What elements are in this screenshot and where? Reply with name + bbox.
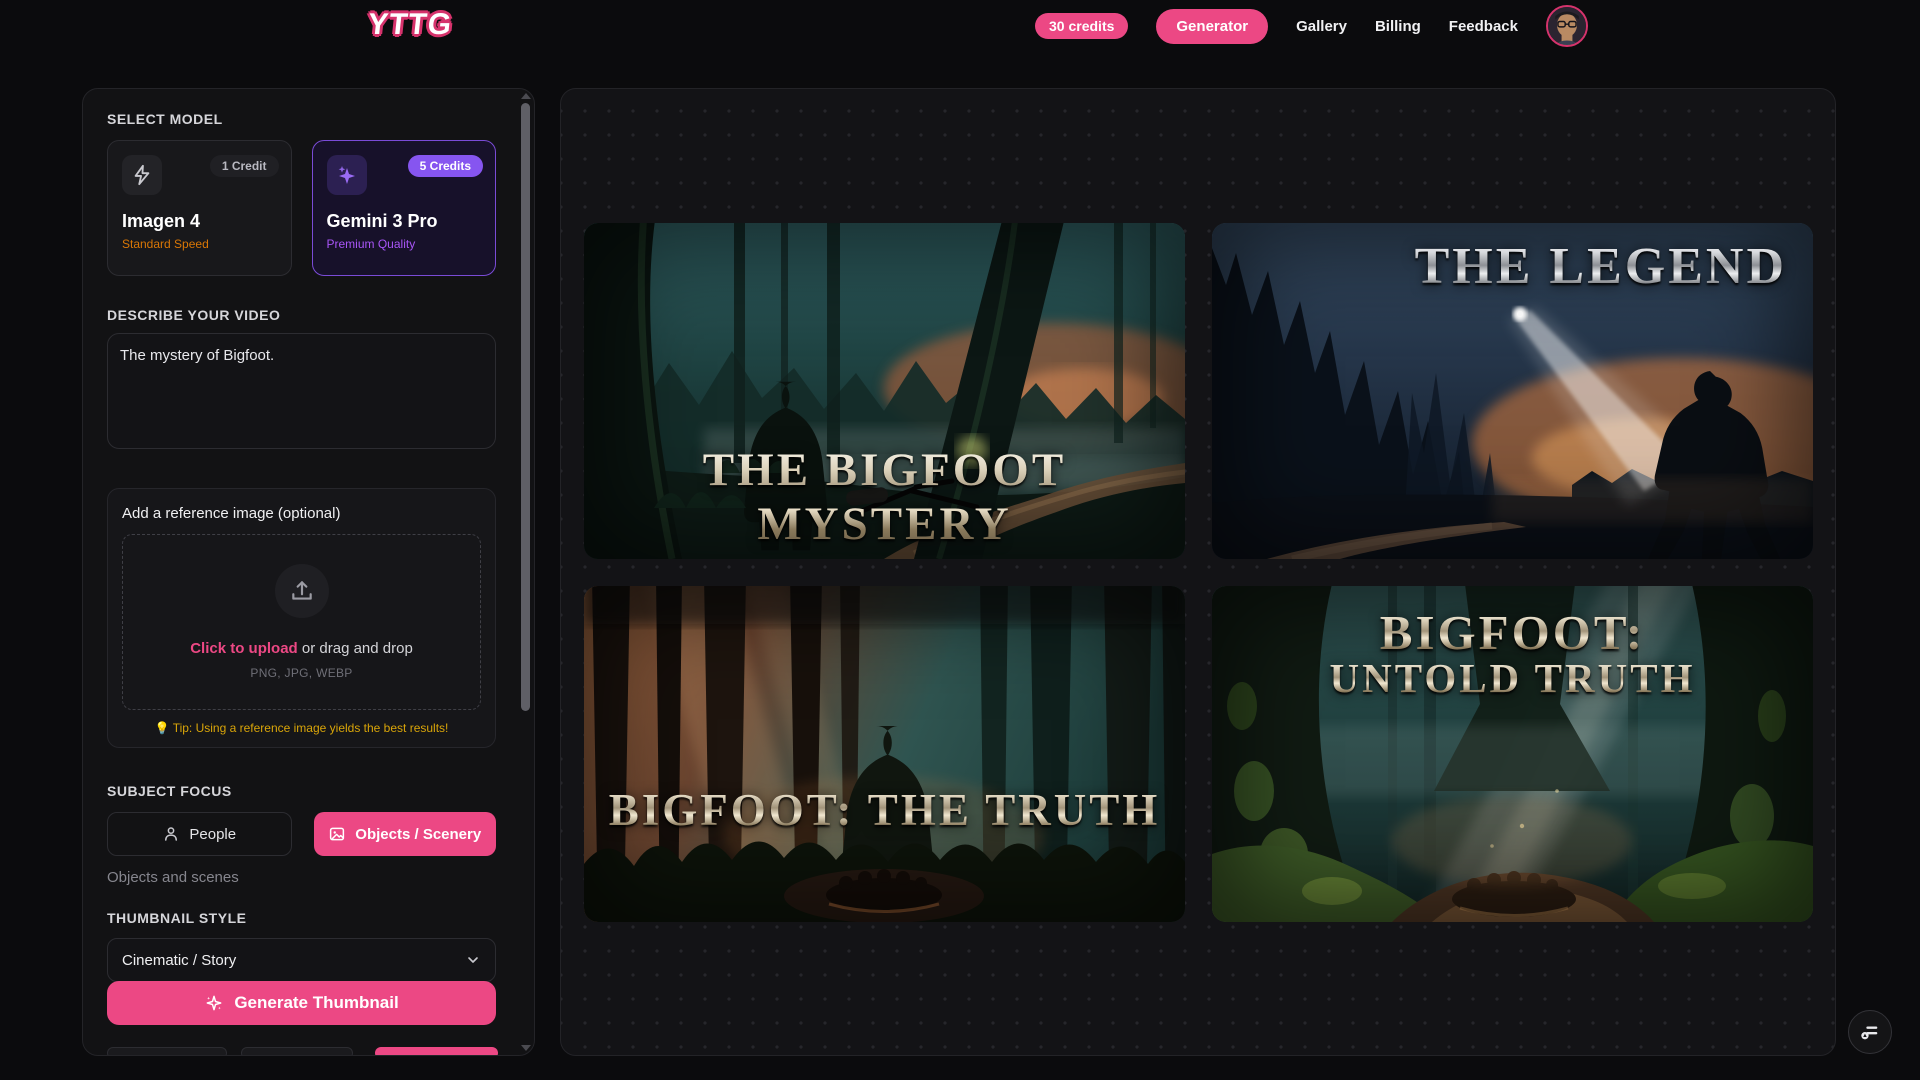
nav-item-gallery[interactable]: Gallery (1296, 18, 1347, 35)
model-credit-badge: 5 Credits (408, 155, 483, 177)
nav-item-generator[interactable]: Generator (1156, 9, 1268, 44)
subject-focus-label: SUBJECT FOCUS (107, 783, 496, 799)
model-subtitle: Standard Speed (122, 237, 277, 251)
subject-focus-options: People Objects / Scenery (107, 812, 496, 856)
focus-option-label: Objects / Scenery (355, 826, 481, 843)
app-root: YTTG 30 credits Generator Gallery Billin… (0, 0, 1920, 1080)
clipped-button-accent[interactable] (375, 1047, 498, 1056)
image-icon (328, 825, 346, 843)
results-panel: THE BIGFOOT MYSTERY (560, 88, 1836, 1056)
reference-image-card: Add a reference image (optional) Click t… (107, 488, 496, 748)
model-name: Gemini 3 Pro (327, 211, 482, 232)
navbar: YTTG 30 credits Generator Gallery Billin… (0, 0, 1920, 52)
model-card-gemini3pro[interactable]: 5 Credits Gemini 3 Pro Premium Quality (312, 140, 497, 276)
upload-icon (275, 564, 329, 618)
style-selected-value: Cinematic / Story (122, 952, 236, 969)
bulb-icon: 💡 (155, 721, 170, 735)
thumbnail-style-label: THUMBNAIL STYLE (107, 910, 496, 926)
thumbnail-grid: THE BIGFOOT MYSTERY (584, 223, 1813, 922)
focus-option-people[interactable]: People (107, 812, 292, 856)
generate-sparkle-icon (204, 993, 224, 1013)
reference-heading: Add a reference image (optional) (122, 505, 481, 522)
clipped-button[interactable] (107, 1047, 227, 1056)
nav-item-feedback[interactable]: Feedback (1449, 18, 1518, 35)
tip-text: Tip: Using a reference image yields the … (173, 721, 449, 735)
thumbnail-title-line1: BIGFOOT: (1212, 608, 1813, 658)
clipped-button[interactable] (241, 1047, 353, 1056)
subject-focus-description: Objects and scenes (107, 869, 496, 886)
model-card-imagen4[interactable]: 1 Credit Imagen 4 Standard Speed (107, 140, 292, 276)
sidebar-scrollbar[interactable] (519, 91, 532, 1053)
truth-forest-art (584, 586, 1185, 922)
generate-thumbnail-button[interactable]: Generate Thumbnail (107, 981, 496, 1025)
user-avatar[interactable] (1546, 5, 1588, 47)
person-icon (162, 825, 180, 843)
model-name: Imagen 4 (122, 211, 277, 232)
scroll-up-arrow[interactable] (521, 93, 531, 99)
thumbnail-title-line2: UNTOLD TRUTH (1212, 658, 1813, 700)
click-to-upload-link[interactable]: Click to upload (190, 640, 298, 657)
model-credit-badge: 1 Credit (210, 155, 279, 177)
focus-option-objects-scenery[interactable]: Objects / Scenery (314, 812, 497, 856)
focus-option-label: People (189, 826, 236, 843)
generated-thumbnail-4[interactable]: BIGFOOT: UNTOLD TRUTH (1212, 586, 1813, 922)
upload-formats: PNG, JPG, WEBP (250, 666, 352, 680)
drag-drop-text: or drag and drop (298, 640, 413, 657)
floating-widget-button[interactable] (1848, 1010, 1892, 1054)
video-description-input[interactable]: The mystery of Bigfoot. (107, 333, 496, 449)
model-subtitle: Premium Quality (327, 237, 482, 251)
model-cards: 1 Credit Imagen 4 Standard Speed 5 Credi… (107, 140, 496, 276)
thumbnail-title: BIGFOOT: UNTOLD TRUTH (1212, 608, 1813, 700)
brand-logo[interactable]: YTTG (366, 8, 454, 42)
thumbnail-style-select[interactable]: Cinematic / Story (107, 938, 496, 982)
lightning-icon (122, 155, 162, 195)
scrollbar-thumb[interactable] (521, 103, 530, 711)
scroll-down-arrow[interactable] (521, 1045, 531, 1051)
nav-item-billing[interactable]: Billing (1375, 18, 1421, 35)
thumbnail-title: THE LEGEND (1415, 237, 1787, 296)
generate-button-label: Generate Thumbnail (234, 993, 398, 1013)
menu-lines-icon (1859, 1021, 1881, 1043)
sparkle-icon (327, 155, 367, 195)
thumbnail-title: THE BIGFOOT MYSTERY (584, 443, 1185, 551)
sidebar-panel: SELECT MODEL 1 Credit Imagen 4 Standard … (82, 88, 535, 1056)
credits-badge[interactable]: 30 credits (1035, 13, 1128, 39)
reference-tip: 💡 Tip: Using a reference image yields th… (122, 721, 481, 735)
generated-thumbnail-1[interactable]: THE BIGFOOT MYSTERY (584, 223, 1185, 559)
avatar-face (1548, 7, 1586, 45)
navbar-right: 30 credits Generator Gallery Billing Fee… (1035, 0, 1588, 52)
select-model-label: SELECT MODEL (107, 111, 496, 127)
upload-dropzone[interactable]: Click to upload or drag and drop PNG, JP… (122, 534, 481, 710)
describe-video-label: DESCRIBE YOUR VIDEO (107, 307, 496, 323)
upload-instruction: Click to upload or drag and drop (190, 640, 413, 657)
chevron-down-icon (465, 952, 481, 968)
generated-thumbnail-3[interactable]: BIGFOOT: THE TRUTH (584, 586, 1185, 922)
thumbnail-title: BIGFOOT: THE TRUTH (584, 784, 1185, 836)
generated-thumbnail-2[interactable]: THE LEGEND (1212, 223, 1813, 559)
